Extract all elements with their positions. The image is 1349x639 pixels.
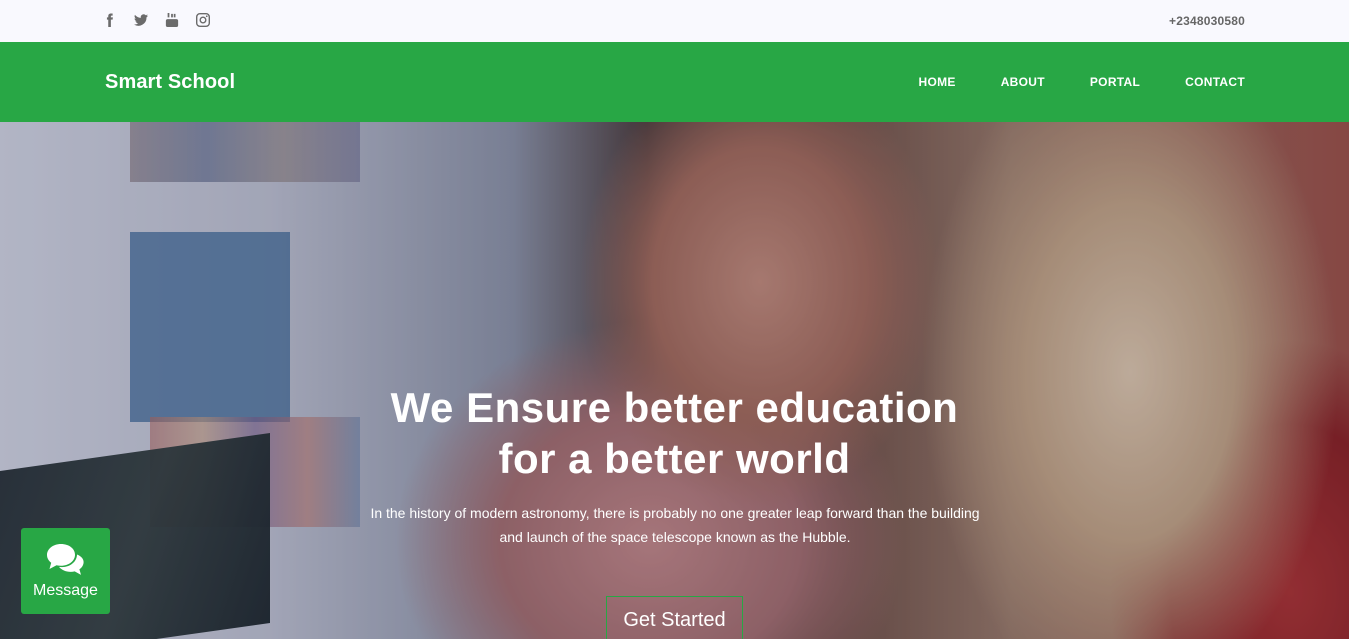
- nav-contact[interactable]: CONTACT: [1185, 75, 1245, 89]
- hero-description-line-2: and launch of the space telescope known …: [499, 529, 851, 545]
- facebook-icon[interactable]: [103, 13, 119, 29]
- hero-title-line-1: We Ensure better education: [390, 384, 959, 431]
- get-started-button[interactable]: Get Started: [606, 596, 743, 639]
- phone-number: +2348030580: [1169, 14, 1245, 28]
- message-widget-button[interactable]: Message: [21, 528, 110, 614]
- message-widget-label: Message: [33, 582, 98, 599]
- nav-about[interactable]: ABOUT: [1001, 75, 1045, 89]
- twitter-icon[interactable]: [134, 13, 150, 29]
- hero-overlay: [0, 122, 1349, 639]
- hero-description-line-1: In the history of modern astronomy, ther…: [370, 505, 980, 521]
- brand-logo[interactable]: Smart School: [105, 71, 235, 94]
- nav-portal[interactable]: PORTAL: [1090, 75, 1140, 89]
- nav-home[interactable]: HOME: [919, 75, 956, 89]
- social-links: [103, 13, 227, 29]
- hero-description: In the history of modern astronomy, ther…: [360, 501, 990, 549]
- hero-title-line-2: for a better world: [498, 435, 851, 482]
- top-bar: +2348030580: [0, 0, 1349, 42]
- hero-title: We Ensure better education for a better …: [0, 382, 1349, 484]
- youtube-icon[interactable]: [165, 13, 181, 29]
- instagram-icon[interactable]: [196, 13, 212, 29]
- main-navbar: Smart School HOME ABOUT PORTAL CONTACT: [0, 42, 1349, 122]
- chat-bubbles-icon: [47, 544, 84, 575]
- hero-section: We Ensure better education for a better …: [0, 122, 1349, 639]
- nav-menu: HOME ABOUT PORTAL CONTACT: [874, 75, 1246, 89]
